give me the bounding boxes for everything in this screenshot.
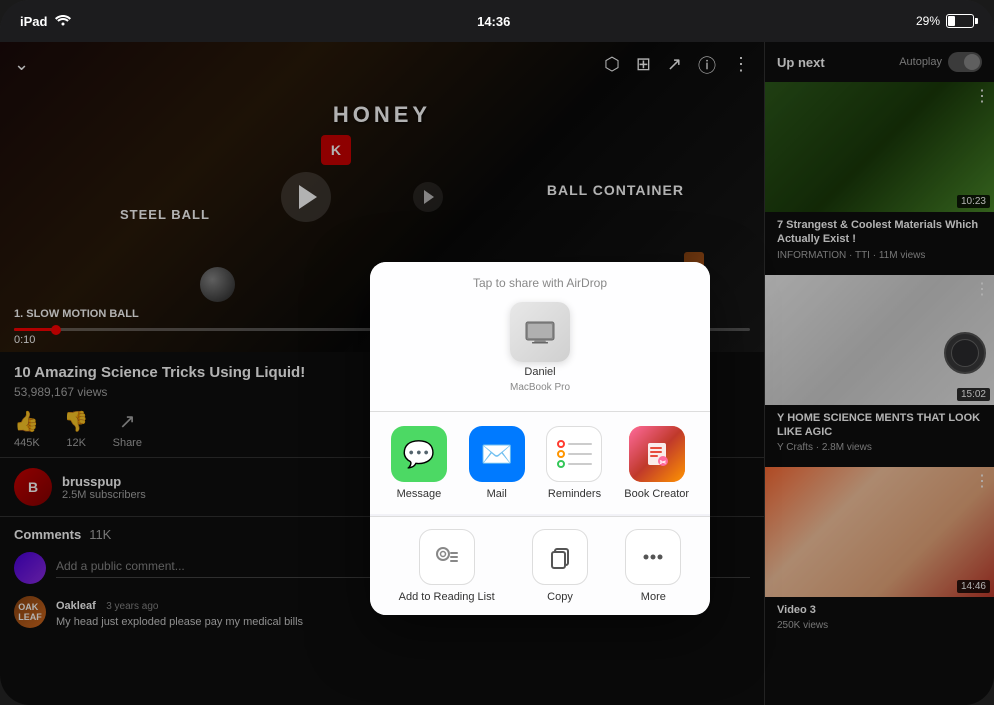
reminders-app-icon [546,426,602,482]
book-icon-inner: ✂ [629,426,685,482]
share-sheet: Tap to share with AirDrop Daniel [370,262,710,615]
airdrop-label: Tap to share with AirDrop [384,276,696,290]
reminders-label: Reminders [548,488,601,500]
copy-label: Copy [547,591,573,603]
share-apps-row: 💬 Message ✉️ Mail Reminders [370,411,710,514]
message-label: Message [397,488,442,500]
add-reading-list-button[interactable]: Add to Reading List [399,529,495,603]
copy-icon [532,529,588,585]
status-bar: iPad 14:36 29% [0,0,994,42]
more-button[interactable]: More [625,529,681,603]
device-name: Daniel [524,366,555,378]
more-label: More [641,591,666,603]
status-left: iPad [20,14,71,29]
airdrop-devices: Daniel MacBook Pro [384,302,696,393]
device-type: MacBook Pro [510,382,570,393]
svg-text:✂: ✂ [659,458,666,467]
status-right: 29% [916,14,974,29]
ipad-frame: iPad 14:36 29% [0,0,994,705]
battery-icon [946,14,974,29]
message-app-icon: 💬 [391,426,447,482]
status-time: 14:36 [477,14,510,29]
share-app-mail[interactable]: ✉️ Mail [469,426,525,500]
share-app-book-creator[interactable]: ✂ Book Creator [624,426,689,500]
airdrop-device[interactable]: Daniel MacBook Pro [510,302,570,393]
wifi-icon [55,14,71,29]
book-creator-app-icon: ✂ [629,426,685,482]
share-app-reminders[interactable]: Reminders [546,426,602,500]
more-icon [625,529,681,585]
share-airdrop-section: Tap to share with AirDrop Daniel [370,262,710,411]
copy-button[interactable]: Copy [532,529,588,603]
reading-list-icon [419,529,475,585]
book-creator-label: Book Creator [624,488,689,500]
battery-percent: 29% [916,14,940,28]
mail-label: Mail [487,488,507,500]
reading-list-label: Add to Reading List [399,591,495,603]
device-icon [510,302,570,362]
mail-app-icon: ✉️ [469,426,525,482]
share-sheet-backdrop[interactable]: Tap to share with AirDrop Daniel [0,42,994,705]
share-app-message[interactable]: 💬 Message [391,426,447,500]
share-actions-row: Add to Reading List Copy [370,516,710,615]
device-label: iPad [20,14,47,29]
